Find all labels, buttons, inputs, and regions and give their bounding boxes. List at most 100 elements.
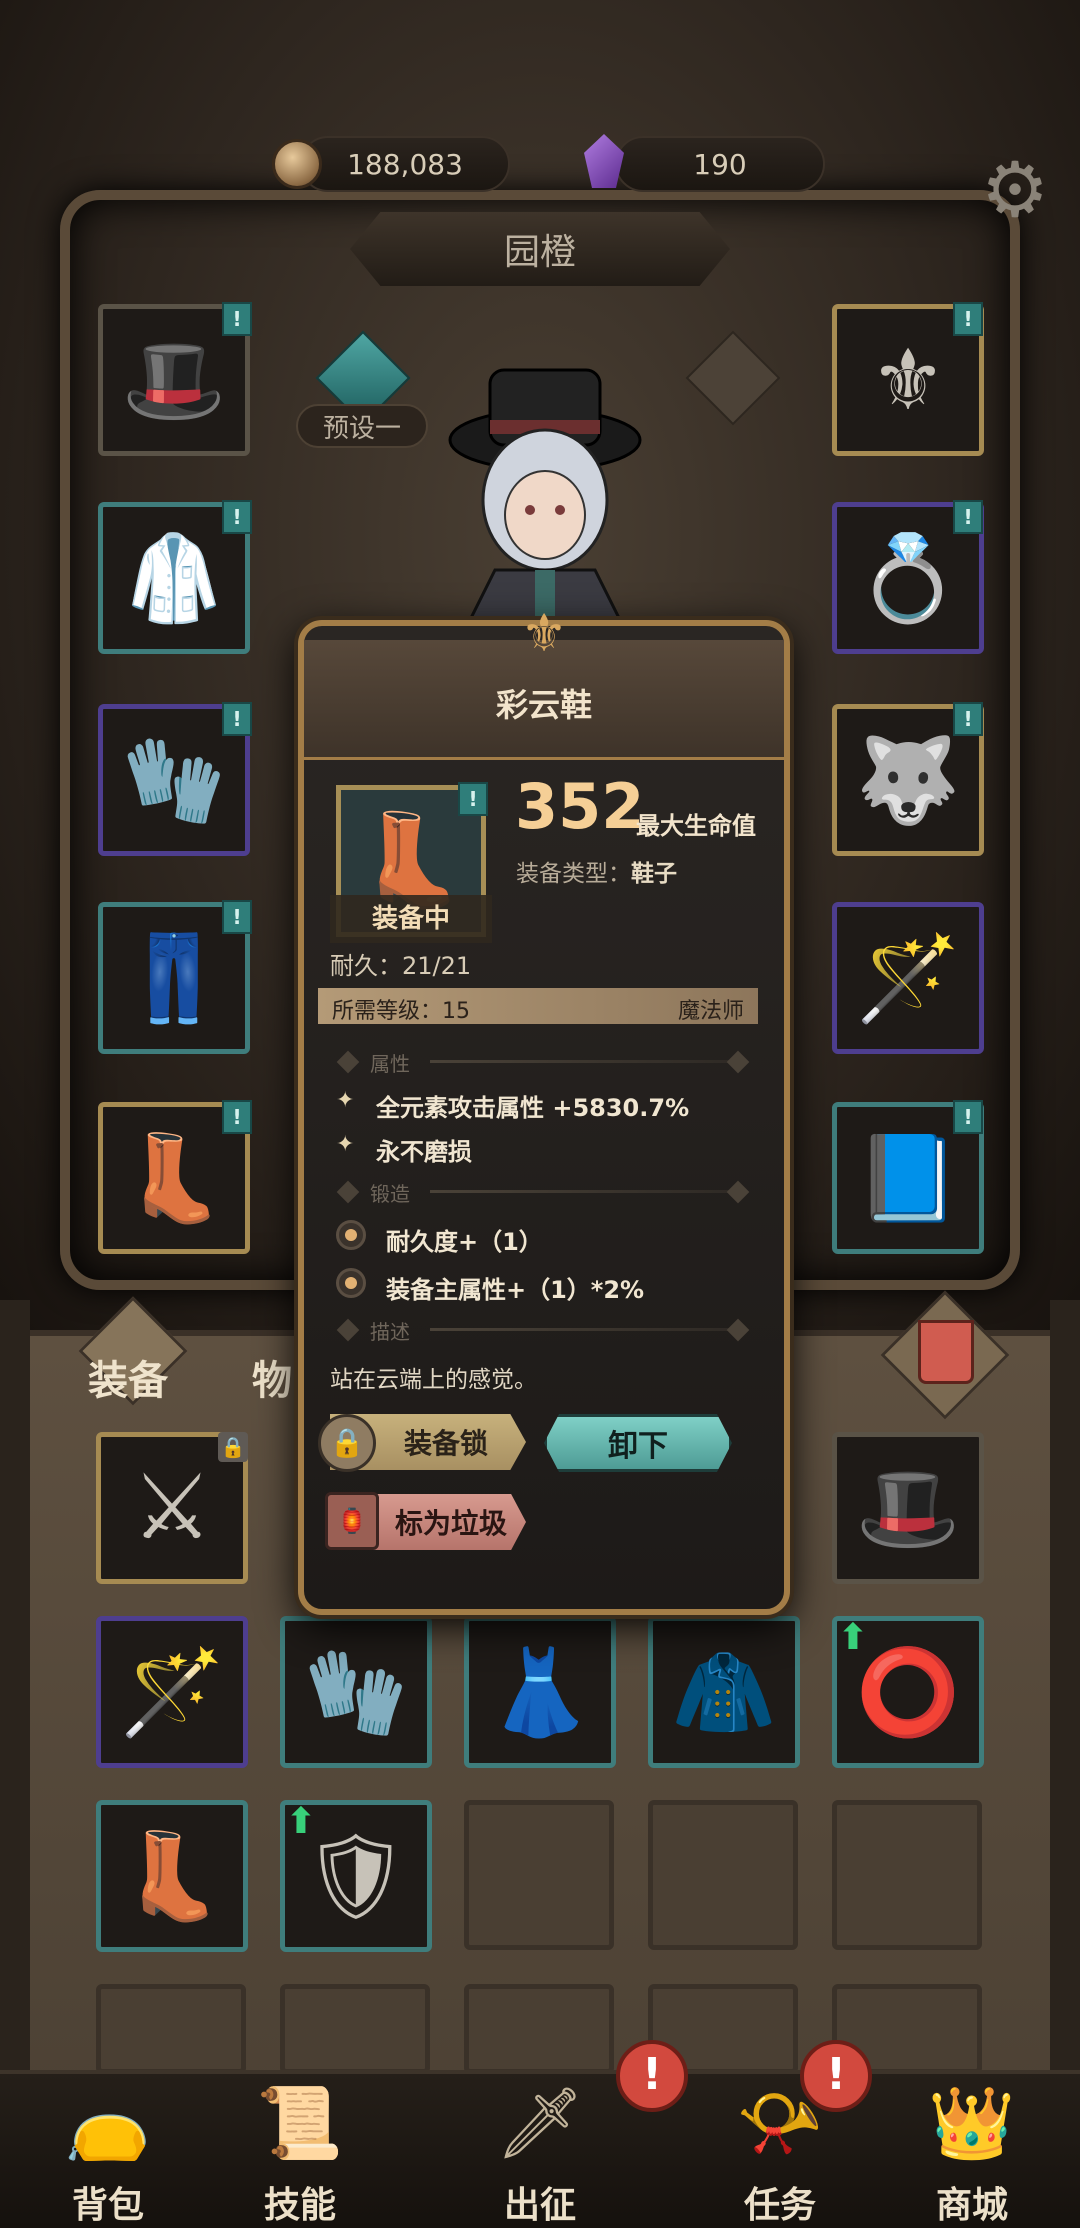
- gold-amount: 188,083: [347, 147, 463, 181]
- slot-indicator-flag: !: [953, 500, 983, 534]
- trash-button-label: 标为垃圾: [394, 1507, 507, 1540]
- sword-map-icon: 🗡: [495, 2082, 585, 2164]
- wand-icon: 🪄: [119, 1643, 225, 1741]
- section-description: 描述: [370, 1320, 410, 1344]
- slot-indicator-flag: !: [222, 302, 252, 336]
- wand-icon: 🪄: [855, 929, 961, 1027]
- slot-indicator-flag: !: [222, 900, 252, 934]
- stat-name: 最大生命值: [636, 812, 756, 840]
- section-divider: [430, 1328, 730, 1331]
- attribute-line: 永不磨损: [376, 1138, 472, 1166]
- forge-dot-icon: [336, 1268, 366, 1298]
- top-hat-icon: 🎩: [121, 331, 227, 429]
- durability: 耐久：21/21: [330, 952, 472, 980]
- inventory-slot[interactable]: 🪄: [96, 1616, 248, 1768]
- glove-icon: 🧤: [121, 731, 227, 829]
- unequip-button-label: 卸下: [608, 1429, 668, 1464]
- item-name: 彩云鞋: [495, 686, 592, 724]
- requirement-bar: 所需等级：15 魔法师: [318, 988, 758, 1024]
- slot-indicator-flag: !: [458, 782, 488, 816]
- pants-icon: 👖: [121, 929, 227, 1027]
- sparkle-icon: ✦: [336, 1088, 355, 1113]
- forge-line: 耐久度+（1）: [386, 1228, 543, 1256]
- top-hat-icon: 🎩: [855, 1459, 961, 1557]
- section-divider: [430, 1190, 730, 1193]
- boots-icon: 👢: [354, 808, 468, 913]
- green-up-arrow-icon: ⬆: [285, 1801, 317, 1842]
- sparkle-icon: ✦: [336, 1132, 355, 1157]
- slot-indicator-flag: !: [222, 500, 252, 534]
- gem-counter: 190: [615, 136, 825, 192]
- inventory-slot-empty[interactable]: [648, 1800, 798, 1950]
- section-divider: [430, 1060, 730, 1063]
- slot-indicator-flag: !: [953, 1100, 983, 1134]
- equipped-badge: 装备中: [330, 895, 492, 943]
- inventory-slot[interactable]: 🎩: [832, 1432, 984, 1584]
- amulet-icon: ⚜: [870, 331, 946, 429]
- required-class: 魔法师: [677, 999, 744, 1024]
- type-label: 装备类型：: [516, 861, 631, 887]
- bracer-icon: 🧤: [303, 1643, 409, 1741]
- left-border: [0, 1300, 30, 2120]
- gold-counter: 188,083: [300, 136, 510, 192]
- inventory-slot[interactable]: 👢: [96, 1800, 248, 1952]
- inventory-slot-empty[interactable]: [96, 1984, 246, 2074]
- boots-icon: 👢: [121, 1129, 227, 1227]
- amulet-icon: 🛡: [302, 1827, 410, 1925]
- lantern-trash-icon: 🏮: [325, 1492, 379, 1550]
- right-border: [1050, 1300, 1080, 2120]
- crown-shop-icon: 👑: [928, 2082, 1016, 2164]
- inventory-slot[interactable]: 🧤: [280, 1616, 432, 1768]
- padlock-icon: 🔒: [318, 1414, 376, 1472]
- tab-equipment[interactable]: 装备: [88, 1348, 168, 1406]
- bag-icon: 👝: [64, 2082, 152, 2164]
- preset-label: 预设一: [322, 413, 401, 444]
- nav-label: 出征: [503, 2185, 576, 2226]
- cloak-icon: 🐺: [855, 731, 961, 829]
- coat-icon: 🧥: [671, 1643, 777, 1741]
- spear-icon: ⚔: [131, 1455, 213, 1560]
- slot-indicator-flag: !: [222, 702, 252, 736]
- inventory-slot-empty[interactable]: [464, 1800, 614, 1950]
- nav-label: 背包: [71, 2185, 144, 2226]
- nav-label: 技能: [263, 2185, 336, 2226]
- nav-bag[interactable]: 👝 背包: [0, 2078, 216, 2228]
- type-value: 鞋子: [631, 861, 677, 887]
- inventory-slot[interactable]: 👗: [464, 1616, 616, 1768]
- nav-label: 商城: [935, 2185, 1008, 2226]
- stat-value: 352: [515, 770, 645, 843]
- coin-icon: [272, 139, 322, 189]
- inventory-slot-empty[interactable]: [832, 1800, 982, 1950]
- boots-icon: 👢: [119, 1827, 225, 1925]
- spellbook-icon: 📘: [855, 1129, 961, 1227]
- skirt-icon: 👗: [487, 1643, 593, 1741]
- tab-items[interactable]: 物: [252, 1348, 292, 1406]
- section-forge: 锻造: [370, 1182, 410, 1206]
- nav-expedition[interactable]: 🗡 出征: [432, 2078, 648, 2228]
- gear-icon[interactable]: ⚙: [975, 150, 1055, 230]
- slot-indicator-flag: !: [953, 702, 983, 736]
- forge-dot-icon: [336, 1220, 366, 1250]
- ornament-icon: ⚜: [520, 604, 568, 664]
- nav-skills[interactable]: 📜 技能: [192, 2078, 408, 2228]
- trash-can-icon[interactable]: [918, 1320, 974, 1384]
- equip-slot-weapon[interactable]: 🪄: [832, 902, 984, 1054]
- slot-indicator-flag: !: [953, 302, 983, 336]
- inventory-slot-empty[interactable]: [280, 1984, 430, 2074]
- slot-indicator-flag: !: [222, 1100, 252, 1134]
- nav-label: 任务: [743, 2185, 816, 2226]
- gem-amount: 190: [693, 147, 747, 181]
- character-name-banner: 园橙: [350, 212, 730, 286]
- vest-icon: 🥼: [121, 529, 227, 627]
- item-description: 站在云端上的感觉。: [330, 1367, 537, 1393]
- skill-book-icon: 📜: [256, 2082, 344, 2164]
- bracelet-icon: ⭕: [855, 1643, 961, 1741]
- unequip-button[interactable]: 卸下: [544, 1414, 732, 1472]
- inventory-slot[interactable]: 🧥: [648, 1616, 800, 1768]
- equipment-type: 装备类型：鞋子: [516, 854, 677, 888]
- inventory-slot-empty[interactable]: [464, 1984, 614, 2074]
- padlock-icon: 🔒: [218, 1432, 248, 1462]
- green-up-arrow-icon: ⬆: [837, 1617, 869, 1658]
- nav-shop[interactable]: 👑 商城: [864, 2078, 1080, 2228]
- ring-icon: 💍: [855, 529, 961, 627]
